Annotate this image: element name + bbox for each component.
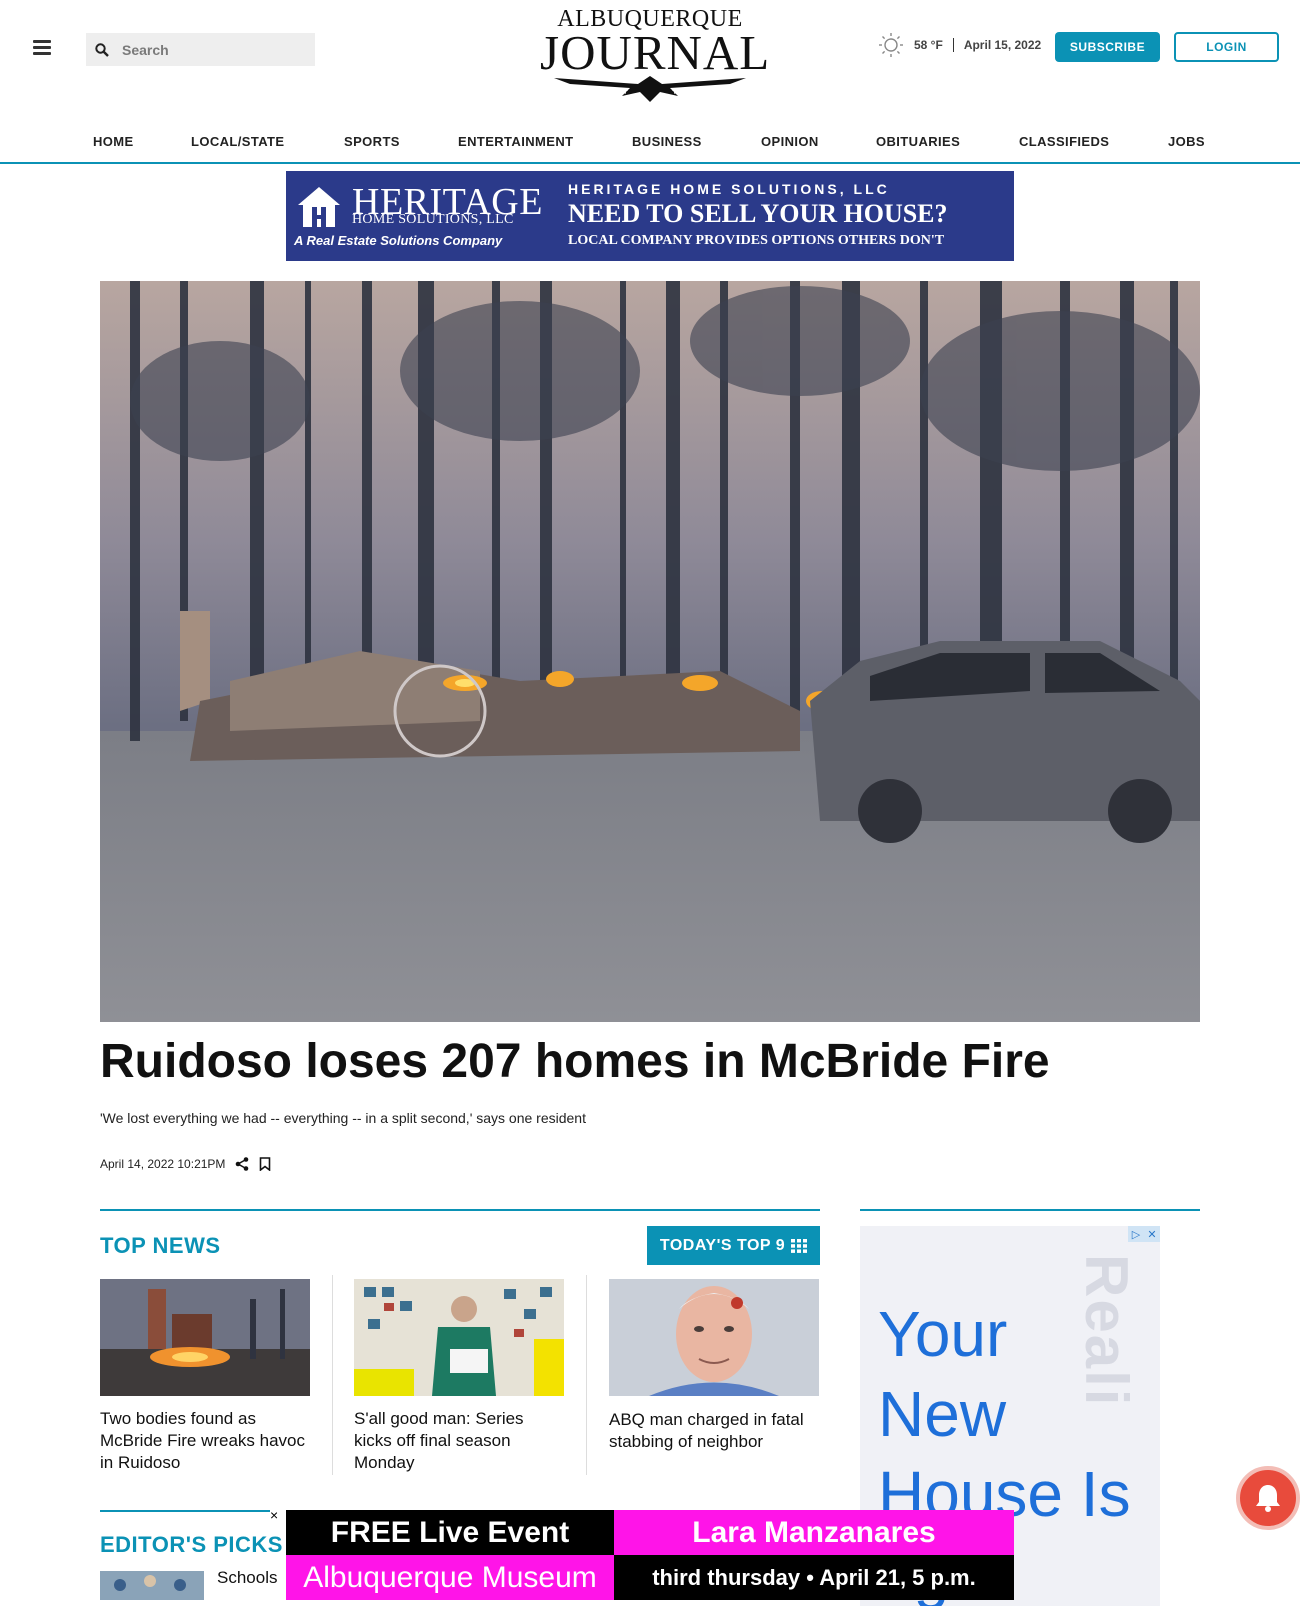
banner-ad[interactable]: HERITAGE HOME SOLUTIONS, LLC A Real Esta…: [286, 171, 1014, 261]
nav-item-obituaries[interactable]: OBITUARIES: [876, 134, 960, 149]
weather-widget: 58 °F April 15, 2022: [878, 33, 1041, 57]
editors-picks-title[interactable]: EDITOR'S PICKS: [100, 1532, 283, 1558]
nav-item-jobs[interactable]: JOBS: [1168, 134, 1205, 149]
house-logo-icon: [298, 187, 340, 227]
ad-brand-sub: HOME SOLUTIONS, LLC: [352, 212, 514, 227]
ad-right-line-3: LOCAL COMPANY PROVIDES OPTIONS OTHERS DO…: [568, 233, 945, 248]
main-nav: HOME LOCAL/STATE SPORTS ENTERTAINMENT BU…: [0, 128, 1300, 164]
nav-item-opinion[interactable]: OPINION: [761, 134, 819, 149]
story-thumbnail[interactable]: [609, 1279, 819, 1396]
grid-icon: [791, 1238, 808, 1253]
column-divider: [332, 1275, 333, 1475]
divider: [952, 38, 954, 52]
menu-icon[interactable]: [33, 40, 51, 56]
article-meta: April 14, 2022 10:21PM: [100, 1157, 271, 1171]
share-icon[interactable]: [235, 1157, 249, 1171]
section-rule: [860, 1209, 1200, 1211]
section-rule: [100, 1510, 270, 1512]
sun-icon: [879, 33, 903, 57]
column-divider: [586, 1275, 587, 1475]
close-ad-button[interactable]: ×: [270, 1508, 284, 1522]
article-timestamp: April 14, 2022 10:21PM: [100, 1157, 226, 1171]
story-thumbnail[interactable]: [100, 1279, 310, 1396]
nav-item-entertainment[interactable]: ENTERTAINMENT: [458, 134, 573, 149]
top9-label: TODAY'S TOP 9: [659, 1236, 786, 1254]
nav-item-classifieds[interactable]: CLASSIFIEDS: [1019, 134, 1109, 149]
bookmark-icon[interactable]: [259, 1157, 271, 1171]
search-input[interactable]: [122, 41, 302, 58]
current-date: April 15, 2022: [963, 38, 1042, 52]
story-thumbnail[interactable]: [354, 1279, 564, 1396]
site-logo[interactable]: ALBUQUERQUE JOURNAL: [540, 6, 771, 102]
story-title[interactable]: Two bodies found as McBride Fire wreaks …: [100, 1408, 310, 1474]
notification-bell-button[interactable]: [1236, 1466, 1300, 1530]
nav-item-business[interactable]: BUSINESS: [632, 134, 702, 149]
story-title[interactable]: ABQ man charged in fatal stabbing of nei…: [609, 1409, 819, 1453]
adchoices-icon[interactable]: ▷ ✕: [1128, 1226, 1160, 1242]
story-title[interactable]: Schools: [217, 1568, 277, 1588]
hero-image[interactable]: [100, 281, 1200, 1022]
login-button[interactable]: LOGIN: [1174, 32, 1279, 62]
todays-top-9-button[interactable]: TODAY'S TOP 9: [647, 1226, 820, 1265]
ad-headline-text: Your New House Is: [878, 1298, 1131, 1530]
sticky-footer-ad[interactable]: FREE Live Event Lara Manzanares Albuquer…: [286, 1510, 1014, 1600]
ad-cell-artist: Lara Manzanares: [614, 1510, 1014, 1555]
section-rule: [100, 1209, 820, 1211]
ad-cell-date: third thursday • April 21, 5 p.m.: [614, 1555, 1014, 1600]
article-dek: 'We lost everything we had -- everything…: [100, 1110, 586, 1126]
ad-cell-event: FREE Live Event: [286, 1510, 614, 1555]
nav-item-home[interactable]: HOME: [93, 134, 134, 149]
ad-cell-venue: Albuquerque Museum: [286, 1555, 614, 1600]
nav-item-sports[interactable]: SPORTS: [344, 134, 400, 149]
subscribe-button[interactable]: SUBSCRIBE: [1055, 32, 1160, 62]
ad-right-line-1: HERITAGE HOME SOLUTIONS, LLC: [568, 181, 890, 197]
ad-info-icon[interactable]: ▷: [1128, 1226, 1144, 1242]
nav-item-local-state[interactable]: LOCAL/STATE: [191, 134, 284, 149]
logo-line-2: JOURNAL: [540, 25, 771, 80]
bell-icon: [1256, 1485, 1280, 1512]
temperature: 58 °F: [914, 38, 943, 52]
search-icon[interactable]: [86, 33, 118, 66]
ad-close-icon[interactable]: ✕: [1144, 1226, 1160, 1242]
article-headline[interactable]: Ruidoso loses 207 homes in McBride Fire: [100, 1034, 1050, 1089]
ad-tagline: A Real Estate Solutions Company: [294, 233, 503, 248]
search-bar[interactable]: [86, 33, 315, 66]
top-news-title[interactable]: TOP NEWS: [100, 1233, 221, 1259]
story-thumbnail[interactable]: [100, 1571, 204, 1600]
ad-right-line-2: NEED TO SELL YOUR HOUSE?: [568, 199, 948, 228]
story-title[interactable]: S'all good man: Series kicks off final s…: [354, 1408, 564, 1474]
